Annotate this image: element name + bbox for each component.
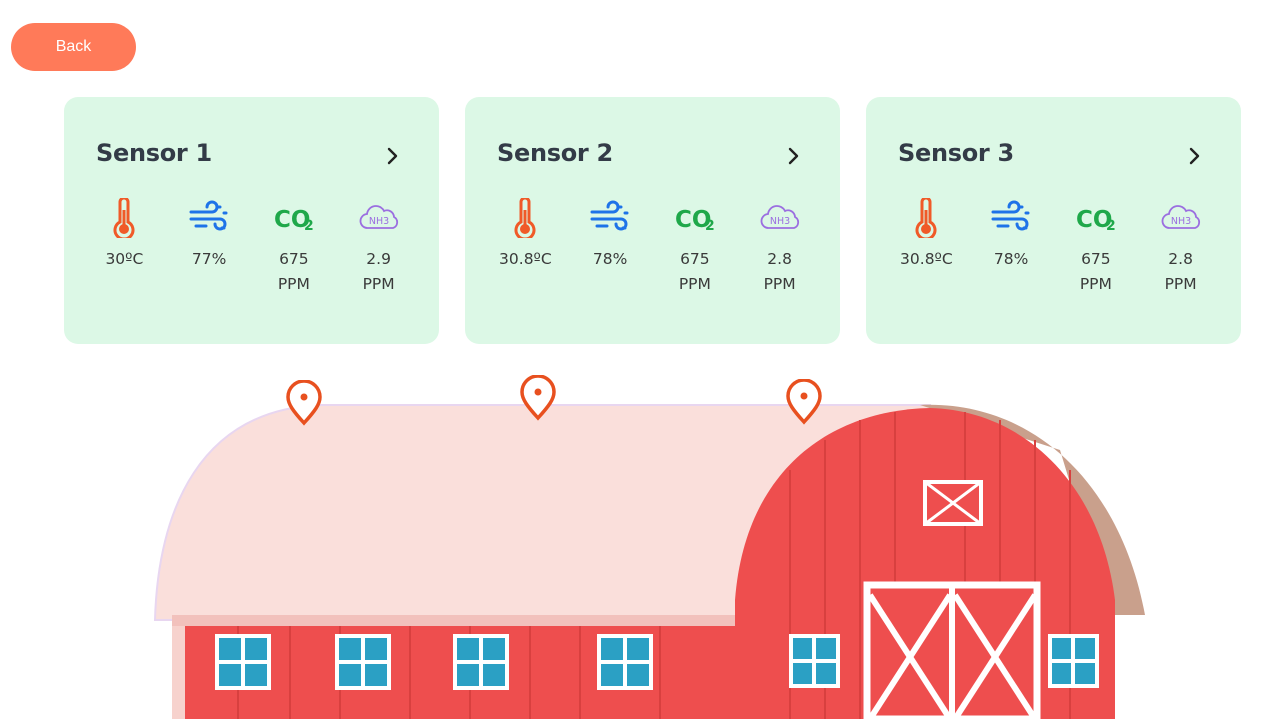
nh3-icon-text: NH3 [1170, 216, 1190, 227]
nh3-metric: NH3 2.9 PPM [336, 197, 421, 297]
co2-icon-subscript: 2 [304, 218, 314, 233]
nh3-cloud-icon: NH3 [760, 205, 799, 229]
sensor-title: Sensor 1 [96, 139, 212, 167]
chevron-right-icon[interactable] [381, 145, 403, 167]
nh3-icon-text: NH3 [769, 216, 789, 227]
humidity-metric: 78% [969, 197, 1054, 297]
co2-metric: CO 2 675 PPM [653, 197, 738, 297]
wind-icon [189, 200, 228, 231]
nh3-cloud-icon: NH3 [1161, 205, 1200, 229]
barn-illustration [153, 404, 1145, 719]
co2-value: 675 PPM [1079, 250, 1112, 293]
humidity-value: 77% [191, 250, 227, 268]
co2-icon: CO 2 [274, 207, 314, 233]
location-pin-icon[interactable] [519, 375, 557, 421]
co2-metric: CO 2 675 PPM [252, 197, 337, 297]
sensor-title: Sensor 3 [898, 139, 1014, 167]
location-pin-icon[interactable] [785, 379, 823, 425]
co2-value: 675 PPM [277, 250, 310, 293]
sensor-card-3[interactable]: Sensor 3 30.8ºC 78% CO 2 675 PPM NH3 2.8… [866, 97, 1241, 344]
co2-icon: CO 2 [675, 207, 715, 233]
wind-icon [991, 200, 1030, 231]
nh3-value: 2.8 PPM [1164, 250, 1197, 293]
thermometer-icon [113, 198, 135, 238]
back-button[interactable]: Back [11, 23, 136, 71]
co2-value: 675 PPM [678, 250, 711, 293]
co2-metric: CO 2 675 PPM [1054, 197, 1139, 297]
temperature-metric: 30.8ºC [483, 197, 568, 297]
sensor-title: Sensor 2 [497, 139, 613, 167]
humidity-value: 78% [993, 250, 1029, 268]
chevron-right-icon[interactable] [782, 145, 804, 167]
thermometer-icon [915, 198, 937, 238]
nh3-cloud-icon: NH3 [359, 205, 398, 229]
nh3-metric: NH3 2.8 PPM [737, 197, 822, 297]
co2-icon-subscript: 2 [1106, 218, 1116, 233]
nh3-value: 2.8 PPM [763, 250, 796, 293]
sensor-card-1[interactable]: Sensor 1 30ºC 77% CO 2 675 PPM NH3 2.9 P… [64, 97, 439, 344]
humidity-metric: 78% [568, 197, 653, 297]
location-pin-icon[interactable] [285, 380, 323, 426]
humidity-metric: 77% [167, 197, 252, 297]
humidity-value: 78% [592, 250, 628, 268]
temperature-metric: 30ºC [82, 197, 167, 297]
co2-icon: CO 2 [1076, 207, 1116, 233]
temperature-metric: 30.8ºC [884, 197, 969, 297]
temperature-value: 30.8ºC [900, 250, 953, 268]
nh3-value: 2.9 PPM [362, 250, 395, 293]
nh3-metric: NH3 2.8 PPM [1138, 197, 1223, 297]
sensor-card-2[interactable]: Sensor 2 30.8ºC 78% CO 2 675 PPM NH3 2.8… [465, 97, 840, 344]
temperature-value: 30ºC [105, 250, 144, 268]
thermometer-icon [514, 198, 536, 238]
nh3-icon-text: NH3 [368, 216, 388, 227]
wind-icon [590, 200, 629, 231]
co2-icon-subscript: 2 [705, 218, 715, 233]
chevron-right-icon[interactable] [1183, 145, 1205, 167]
temperature-value: 30.8ºC [499, 250, 552, 268]
